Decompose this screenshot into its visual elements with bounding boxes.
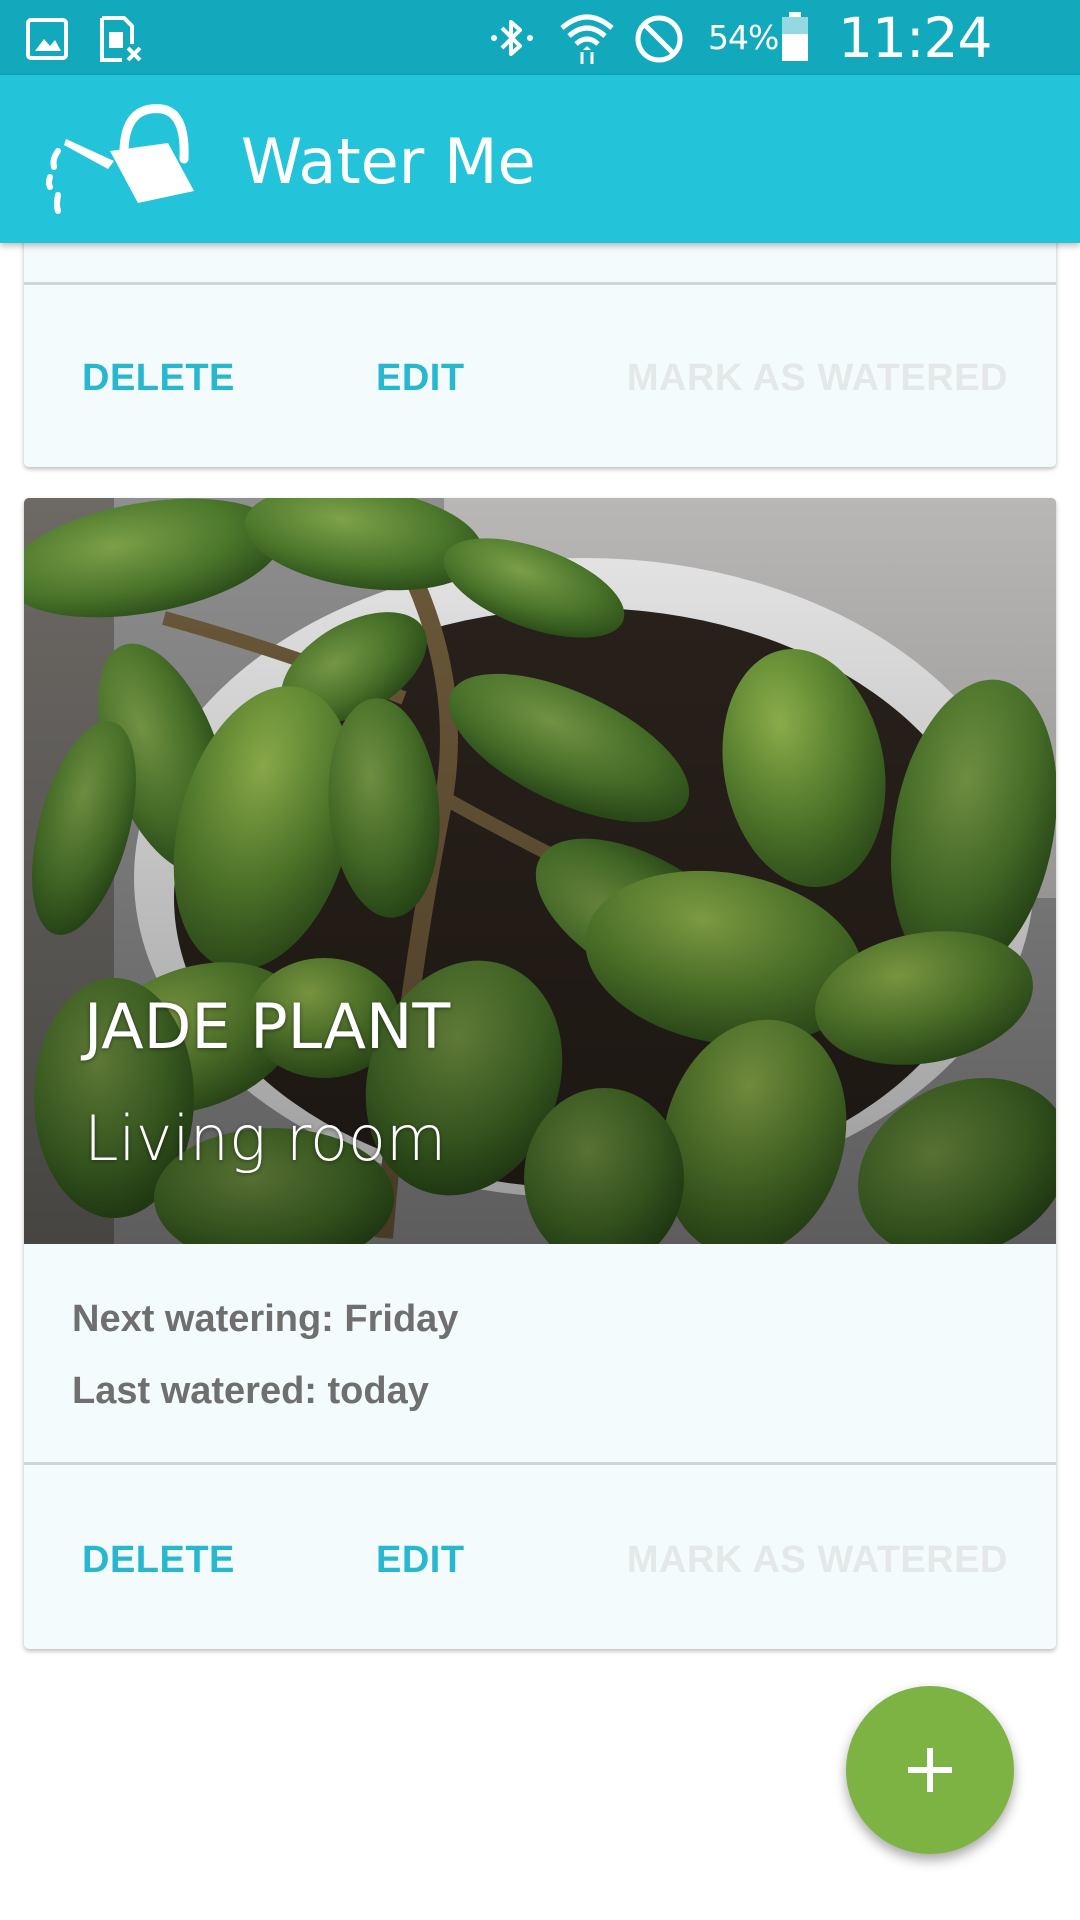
plus-icon (908, 1748, 952, 1792)
battery-percent: 54% (708, 18, 779, 57)
add-plant-button[interactable] (846, 1686, 1014, 1854)
card-divider (24, 282, 1056, 285)
delete-button[interactable]: DELETE (82, 1510, 235, 1610)
status-bar: 54% 11:24 AM (0, 0, 1080, 134)
plant-name: JADE PLANT (84, 990, 451, 1063)
mark-as-watered-button[interactable]: MARK AS WATERED (627, 1510, 1008, 1610)
card-divider (24, 1462, 1056, 1465)
plant-room: Living room (84, 1102, 447, 1175)
bluetooth-icon (491, 20, 533, 56)
watering-can-icon (46, 104, 194, 214)
last-watered-text: Last watered: today (72, 1370, 429, 1412)
do-not-disturb-icon (635, 15, 683, 63)
card-actions: DELETE EDIT MARK AS WATERED (24, 1510, 1056, 1610)
plant-card-jade-plant[interactable]: JADE PLANT Living room Next watering: Fr… (24, 498, 1056, 1649)
app-title: Water Me (241, 125, 536, 198)
edit-button[interactable]: EDIT (376, 1510, 465, 1610)
battery-icon (782, 12, 808, 61)
wifi-icon (560, 14, 614, 64)
sim-card-icon (100, 16, 142, 62)
card-actions: DELETE EDIT MARK AS WATERED (24, 328, 1056, 428)
delete-button[interactable]: DELETE (82, 328, 235, 428)
next-watering-text: Next watering: Friday (72, 1298, 459, 1340)
edit-button[interactable]: EDIT (376, 328, 465, 428)
app-bar: Water Me (0, 75, 1080, 243)
gallery-icon (26, 18, 68, 60)
mark-as-watered-button[interactable]: MARK AS WATERED (627, 328, 1008, 428)
